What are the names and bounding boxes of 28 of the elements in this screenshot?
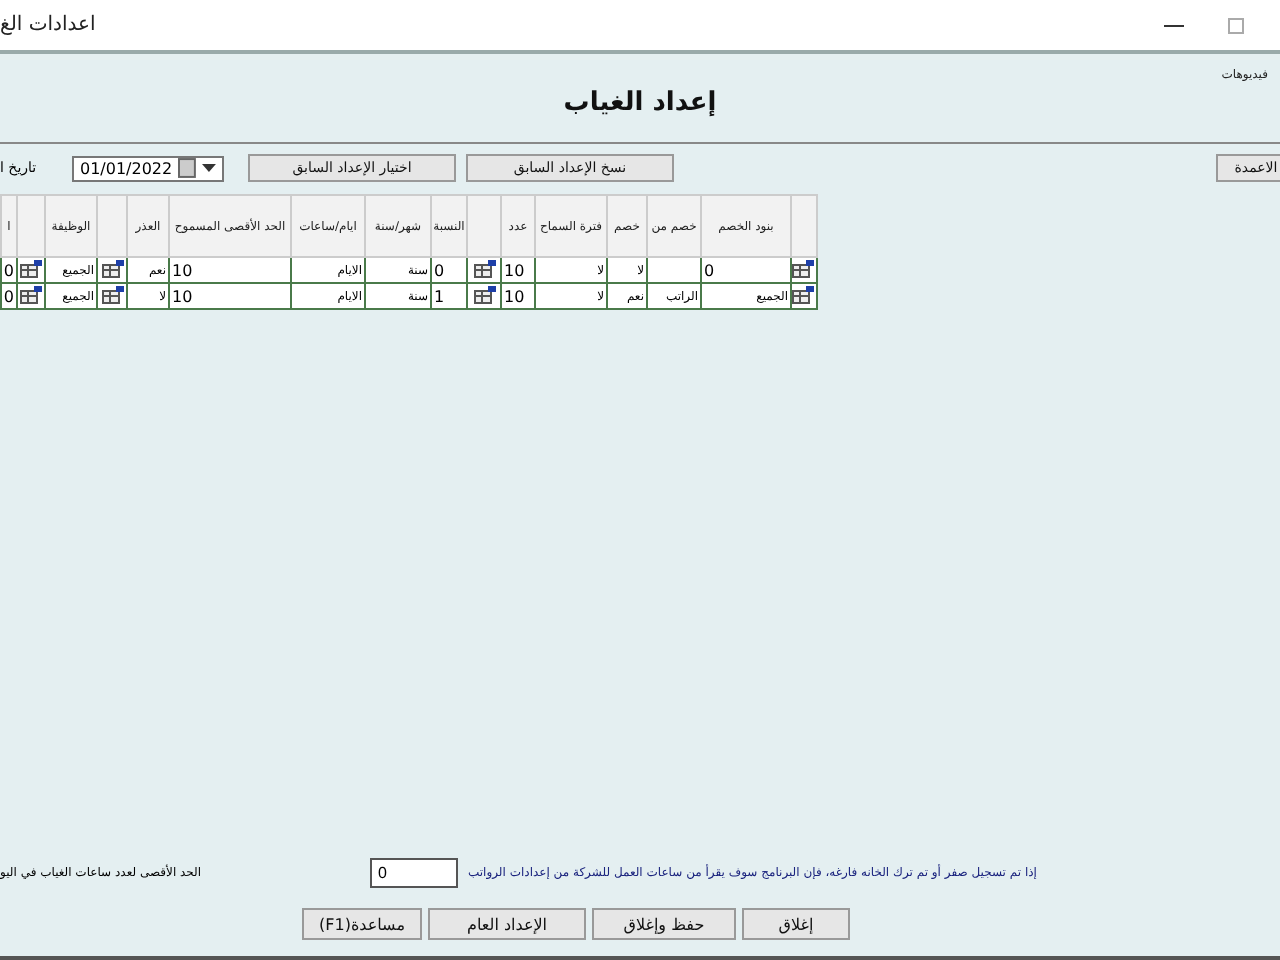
table-cell: 0 xyxy=(1,257,17,283)
table-cell xyxy=(647,257,701,283)
table-cell: 0 xyxy=(701,257,791,283)
table-cell: 10 xyxy=(501,257,535,283)
form-grid-icon[interactable] xyxy=(473,259,495,277)
action-button[interactable]: (F1)مساعدة xyxy=(302,908,422,940)
form-grid-icon[interactable] xyxy=(793,259,814,277)
table-cell: 10 xyxy=(169,257,291,283)
table-cell: 10 xyxy=(169,283,291,309)
date-field[interactable]: 01/01/2022 xyxy=(72,155,224,181)
form-grid-icon[interactable] xyxy=(473,285,495,303)
form-grid-icon[interactable] xyxy=(20,259,42,277)
action-button[interactable]: إغلاق xyxy=(742,908,850,940)
form-grid-icon[interactable] xyxy=(793,285,814,303)
action-button[interactable]: الإعداد العام xyxy=(428,908,586,940)
window-title: اعدادات الغ xyxy=(0,14,96,36)
calendar-icon xyxy=(178,158,197,178)
form-grid-icon[interactable] xyxy=(101,259,123,277)
form-grid-icon[interactable] xyxy=(101,285,123,303)
max-hours-field[interactable]: 0 xyxy=(370,857,458,887)
action-button[interactable]: حفظ وإغلاق xyxy=(592,908,736,940)
dropdown-caret-icon[interactable] xyxy=(202,164,216,172)
table-cell: 0 xyxy=(431,257,467,283)
table-cell: 1 xyxy=(431,283,467,309)
page-title: إعداد الغياب xyxy=(563,88,717,118)
table-cell: 10 xyxy=(501,283,535,309)
table-cell: 0 xyxy=(1,283,17,309)
form-grid-icon[interactable] xyxy=(20,285,42,303)
